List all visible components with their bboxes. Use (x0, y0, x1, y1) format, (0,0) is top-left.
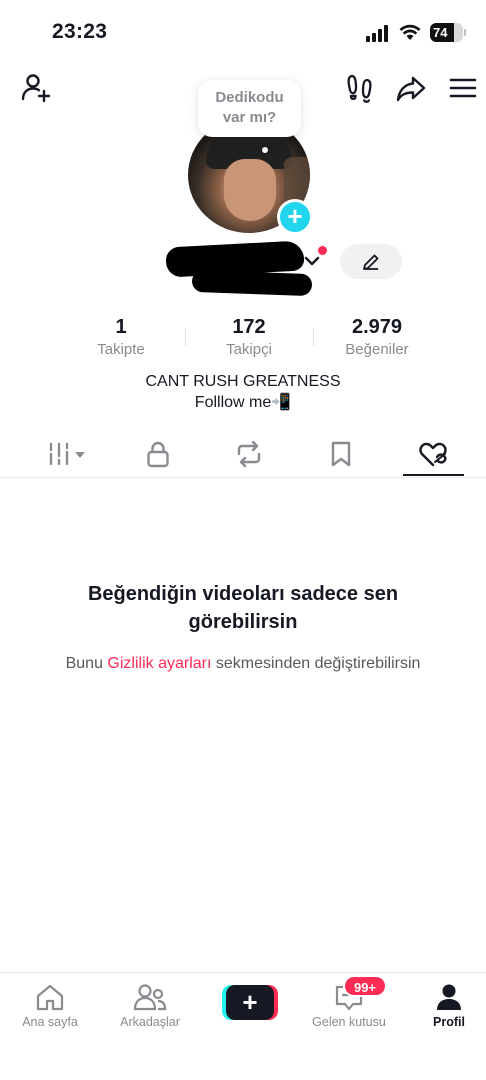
chevron-down-icon[interactable] (303, 252, 321, 270)
content-tabs (0, 430, 486, 478)
tab-videos[interactable] (36, 436, 96, 472)
nav-inbox-label: Gelen kutusu (312, 1015, 386, 1029)
wifi-icon (399, 24, 421, 40)
stat-following[interactable]: 1 Takipte (61, 314, 181, 360)
redaction-scribble (191, 269, 313, 297)
divider (313, 328, 314, 346)
footprints-icon[interactable] (344, 72, 376, 104)
empty-state-sub-suffix: sekmesinden değiştirebilirsin (211, 655, 421, 672)
stat-followers-label: Takipçi (226, 341, 272, 358)
nav-friends-label: Arkadaşlar (120, 1015, 180, 1029)
battery-icon: 74 (430, 23, 466, 42)
privacy-settings-link[interactable]: Gizlilik ayarları (107, 655, 211, 672)
person-add-icon[interactable] (20, 72, 52, 104)
bookmark-icon (331, 441, 351, 467)
profile-icon (437, 984, 461, 1010)
empty-state-title-line2: görebilirsin (188, 611, 298, 633)
note-bubble[interactable]: Dedikodu var mı? (198, 80, 301, 137)
tab-private[interactable] (128, 436, 188, 472)
empty-state-title-line1: Beğendiğin videoları sadece sen (87, 583, 399, 605)
stat-likes-label: Beğeniler (345, 341, 409, 358)
create-icon: + (226, 985, 274, 1020)
signal-icon (366, 24, 392, 42)
note-bubble-line1: Dedikodu (215, 89, 284, 106)
status-bar: 23:23 74 (0, 0, 486, 64)
videos-grid-icon (49, 442, 85, 466)
stat-likes[interactable]: 2.979 Beğeniler (317, 314, 437, 360)
bio-line2: Folllow me📲 (194, 394, 292, 411)
menu-icon[interactable] (447, 72, 479, 104)
divider (185, 328, 186, 346)
stat-following-label: Takipte (97, 341, 145, 358)
create-button[interactable]: + (222, 985, 278, 1020)
battery-level: 74 (433, 25, 448, 40)
repost-icon (237, 440, 261, 468)
pencil-icon (363, 254, 379, 270)
status-time: 23:23 (52, 20, 108, 43)
friends-icon (133, 984, 167, 1011)
tab-favorites[interactable] (311, 436, 371, 472)
inbox-badge: 99+ (343, 975, 387, 997)
nav-friends[interactable]: Arkadaşlar (105, 981, 195, 1037)
username[interactable] (165, 240, 314, 302)
stat-followers[interactable]: 172 Takipçi (189, 314, 309, 360)
nav-home[interactable]: Ana sayfa (5, 981, 95, 1037)
lock-icon (147, 441, 169, 468)
tab-liked[interactable] (403, 436, 463, 472)
empty-state-subtitle: Bunu Gizlilik ayarları sekmesinden değiş… (20, 653, 466, 675)
note-bubble-line2: var mı? (222, 109, 277, 126)
share-icon[interactable] (395, 72, 427, 104)
nav-profile-label: Profil (433, 1015, 465, 1029)
stat-likes-value: 2.979 (351, 316, 403, 338)
home-icon (36, 984, 64, 1011)
avatar-add-button[interactable]: + (277, 199, 313, 235)
stat-followers-value: 172 (232, 316, 266, 338)
active-tab-indicator (403, 474, 464, 476)
edit-profile-button[interactable] (340, 244, 402, 279)
tab-reposts[interactable] (219, 436, 279, 472)
notification-dot (318, 246, 327, 255)
nav-profile[interactable]: Profil (404, 981, 486, 1037)
bio-line1: CANT RUSH GREATNESS (145, 373, 341, 390)
liked-icon (419, 442, 447, 467)
empty-state-title: Beğendiğin videoları sadece sen görebili… (40, 580, 446, 636)
note-bubble-tail (262, 147, 268, 153)
nav-home-label: Ana sayfa (22, 1015, 78, 1029)
bio: CANT RUSH GREATNESS Folllow me📲 (0, 371, 486, 413)
empty-state-sub-prefix: Bunu (65, 655, 108, 672)
stat-following-value: 1 (115, 316, 127, 338)
